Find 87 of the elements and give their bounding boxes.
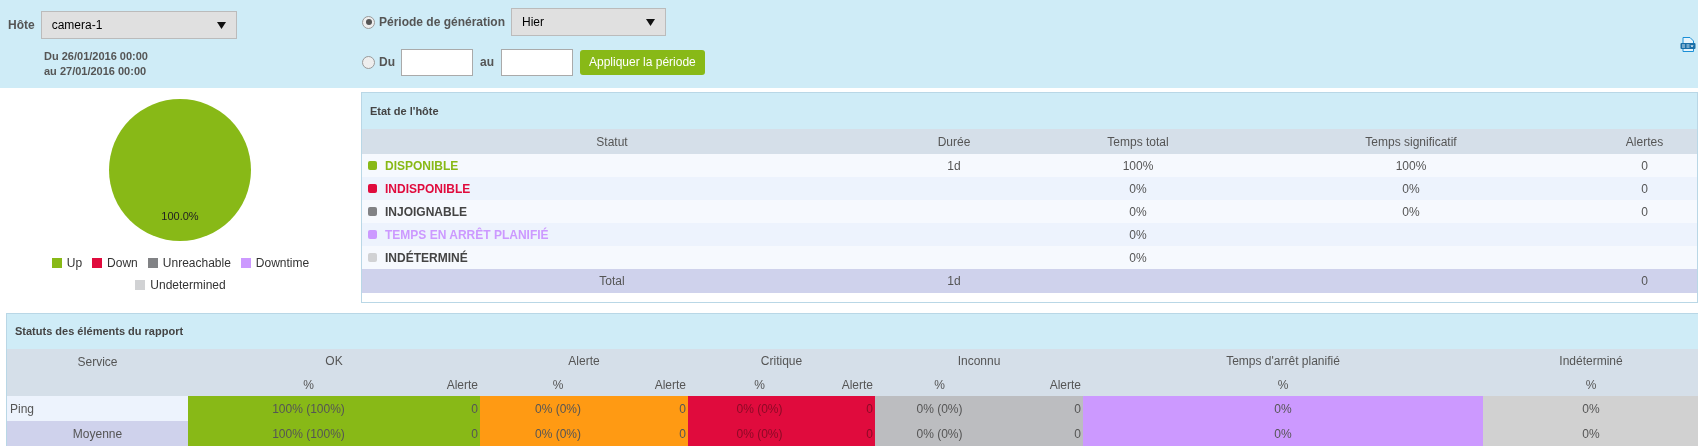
column-header: Temps significatif [1230,129,1592,154]
table-cell: 0% (0%) [688,421,831,446]
table-cell: 0% [1083,396,1483,421]
column-header: Alerte [1049,377,1081,392]
table-cell: 100% (100%) [188,421,429,446]
column-header: Temps total [1046,129,1230,154]
service-cell: Ping [7,396,188,421]
table-cell: 0 [1004,396,1083,421]
column-header: Alertes [1592,129,1697,154]
column-header: % [1585,377,1597,392]
service-cell: Moyenne [7,421,188,446]
table-cell: 0 [1641,204,1648,219]
table-cell: 0% (0%) [875,421,1004,446]
table-cell: 0 [831,421,875,446]
table-cell: 0% [1129,250,1147,265]
column-header: Indéterminé [1559,354,1623,368]
column-header: Service [77,355,118,369]
legend-label: Undetermined [150,277,226,294]
radio-label: Du [379,54,395,71]
column-header: Alerte [446,377,478,392]
legend-label: Downtime [255,255,310,272]
table-title: Etat de l'hôte [370,104,439,117]
table-cell: 0 [1641,158,1648,173]
status-label: INDÉTERMINÉ [385,249,468,267]
column-header: Critique [760,354,803,368]
column-header: Alerte [654,377,686,392]
host-label: Hôte [8,17,35,34]
date-from: Du 26/01/2016 00:00 [44,49,148,64]
caret-icon [646,18,656,26]
column-header: % [303,377,314,392]
column-header: % [754,377,765,392]
table-cell: 0% [1402,181,1420,196]
legend-label: Down [107,255,138,272]
column-header: Temps d'arrêt planifié [1226,354,1340,368]
table-cell: 0 [636,421,688,446]
table-cell: 0% [1483,396,1698,421]
table-cell: 0 [1004,421,1083,446]
column-header: Durée [862,129,1046,154]
radio-button[interactable] [362,15,375,29]
table-cell: 0% [1129,227,1147,242]
date-input-field[interactable] [501,48,573,76]
table-cell: 0% (0%) [480,396,636,421]
status-label: INDISPONIBLE [385,180,471,198]
column-header: Alerte [841,377,873,392]
column-header: Inconnu [957,354,1001,368]
legend-label: Up [66,255,83,272]
date-to: au 27/01/2016 00:00 [44,64,147,79]
table-cell: 0% [1083,421,1483,446]
status-label: DISPONIBLE [385,157,459,175]
slice-label: 100.0% [161,210,200,223]
table-cell: 0% [1129,204,1147,219]
table-cell: 1d [947,158,961,173]
radio-button[interactable] [362,55,375,69]
table-title: Statuts des éléments du rapport [15,325,184,338]
legend-label: Unreachable [162,255,231,272]
table-cell: 0% [1483,421,1698,446]
table-cell: 0 [429,421,480,446]
table-cell: 0 [636,396,688,421]
table-cell: 1d [947,274,961,288]
table-cell: 0 [831,396,875,421]
status-label: TEMPS EN ARRÊT PLANIFIÉ [385,226,549,244]
table-cell: 0% (0%) [875,396,1004,421]
column-header: % [552,377,564,392]
column-header: % [1277,377,1289,392]
table-cell: 100% [1395,158,1427,173]
status-label: INJOIGNABLE [385,203,467,221]
radio-label: Période de génération [379,14,506,31]
table-cell: 0% [1129,181,1147,196]
column-header: Alerte [568,354,600,368]
table-cell: 0 [1641,274,1648,288]
column-header: OK [325,354,343,368]
caret-icon [216,21,226,29]
column-header: % [934,377,945,392]
period-select[interactable]: Hier [511,8,667,36]
table-cell: 0 [1641,181,1648,196]
column-header: Statut [362,129,862,154]
table-cell: 100% [1122,158,1154,173]
host-select[interactable]: camera-1 [40,11,237,39]
csv-file-icon[interactable] [1680,36,1696,53]
total-label: Total [599,274,625,288]
table-cell: 0% [1402,204,1420,219]
table-cell: 100% (100%) [188,396,429,421]
date-input-field[interactable] [401,48,473,76]
table-cell: 0% (0%) [688,396,831,421]
to-label: au [480,54,494,71]
table-cell: 0% (0%) [480,421,636,446]
table-cell: 0 [429,396,480,421]
